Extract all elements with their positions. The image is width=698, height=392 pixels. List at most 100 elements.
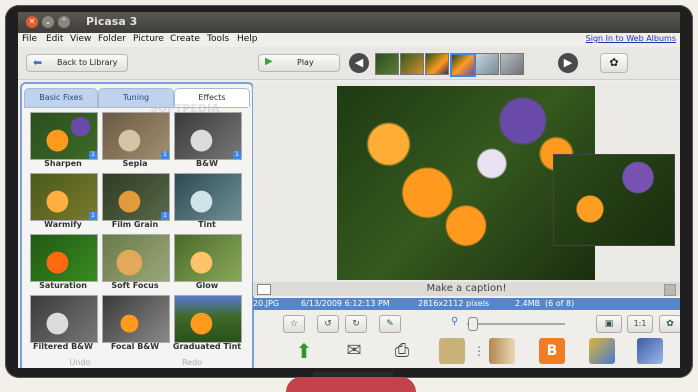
close-icon[interactable]: ✕ [26, 16, 38, 28]
fit-to-window-icon[interactable]: ▣ [596, 315, 622, 333]
photo-overlay-preview [553, 154, 675, 246]
menu-view[interactable]: View [70, 34, 91, 44]
effect-graduated-tint[interactable]: Graduated Tint [172, 295, 242, 353]
menu-create[interactable]: Create [170, 34, 200, 44]
effect-label: Focal B&W [110, 342, 160, 351]
zoom-slider-handle[interactable] [468, 317, 478, 331]
effect-thumbnail: 1 [30, 112, 98, 160]
effect-warmify[interactable]: 1 Warmify [28, 173, 98, 231]
effect-label: B&W [196, 159, 218, 168]
effect-glow[interactable]: Glow [172, 234, 242, 292]
effect-thumbnail [30, 234, 98, 282]
effect-label: Tint [198, 220, 216, 229]
menu-folder[interactable]: Folder [98, 34, 126, 44]
info-filesize: 2.4MB [515, 299, 541, 308]
effect-label: Saturation [39, 281, 87, 290]
menu-help[interactable]: Help [237, 34, 258, 44]
effect-thumbnail [102, 234, 170, 282]
caption-close-icon[interactable] [664, 284, 676, 296]
title-bar: ✕ ⌄ ⌃ Picasa 3 [18, 12, 680, 33]
edit-panel: Basic Fixes Tuning Effects SOFTPEDIA 1 Sh… [20, 82, 254, 368]
monitor-frame: ✕ ⌄ ⌃ Picasa 3 File Edit View Folder Pic… [0, 0, 698, 392]
menu-picture[interactable]: Picture [133, 34, 164, 44]
actual-size-icon[interactable]: 1:1 [627, 315, 653, 333]
export-icon[interactable] [589, 338, 615, 364]
caption-input[interactable]: Make a caption! [253, 283, 680, 294]
monitor-stand [286, 377, 416, 392]
effect-thumbnail [102, 295, 170, 343]
previous-photo-icon[interactable]: ◀ [349, 53, 369, 73]
effect-sharpen[interactable]: 1 Sharpen [28, 112, 98, 170]
effect-thumbnail: 1 [102, 173, 170, 221]
upload-icon[interactable]: ⬆ [291, 338, 317, 364]
effect-thumbnail [174, 173, 242, 221]
effect-thumbnail: 1 [174, 112, 242, 160]
photo-info-bar: 20.JPG 6/13/2009 6:12:13 PM 2816x2112 pi… [253, 298, 680, 310]
folder-icon[interactable] [439, 338, 465, 364]
star-icon[interactable]: ☆ [283, 315, 305, 333]
filmstrip-thumb-1[interactable] [375, 53, 399, 75]
zoom-slider-track[interactable] [467, 323, 565, 325]
menu-tools[interactable]: Tools [207, 34, 229, 44]
effect-label: Warmify [44, 220, 82, 229]
picasa-color-icon[interactable]: ✿ [600, 53, 628, 73]
effect-thumbnail [174, 234, 242, 282]
minimize-icon[interactable]: ⌄ [42, 16, 54, 28]
filmstrip-thumb-3[interactable] [425, 53, 449, 75]
info-filename: 20.JPG [253, 299, 280, 308]
menu-edit[interactable]: Edit [46, 34, 63, 44]
rotate-left-icon[interactable]: ↺ [317, 315, 339, 333]
effect-film-grain[interactable]: 1 Film Grain [100, 173, 170, 231]
effect-label: Filtered B&W [33, 342, 93, 351]
tab-basic-fixes[interactable]: Basic Fixes [24, 88, 98, 107]
play-icon: ▶ [265, 56, 273, 67]
separator-dots: ⋮ [473, 344, 485, 358]
play-button-label: Play [297, 58, 314, 67]
blogger-icon[interactable]: B [539, 338, 565, 364]
color-palette-icon[interactable]: ✿ [659, 315, 680, 333]
back-to-library-button[interactable]: ⬅ Back to Library [26, 54, 128, 72]
window-title: Picasa 3 [86, 15, 138, 28]
filmstrip-thumb-2[interactable] [400, 53, 424, 75]
maximize-icon[interactable]: ⌃ [58, 16, 70, 28]
caption-bar: Make a caption! [253, 282, 680, 296]
effect-sepia[interactable]: 1 Sepia [100, 112, 170, 170]
sign-in-link[interactable]: Sign In to Web Albums [586, 34, 676, 43]
movie-icon[interactable] [637, 338, 663, 364]
collage-icon[interactable] [489, 338, 515, 364]
info-date: 6/13/2009 6:12:13 PM [301, 299, 390, 308]
effect-label: Sepia [122, 159, 148, 168]
email-icon[interactable]: ✉ [341, 338, 367, 364]
redo-button[interactable]: Redo [140, 356, 244, 368]
effect-filtered-b-w[interactable]: Filtered B&W [28, 295, 98, 353]
rotate-right-icon[interactable]: ↻ [345, 315, 367, 333]
filmstrip-thumb-6[interactable] [500, 53, 524, 75]
photo-controls: ☆ ↺ ↻ ✎ ⚲ ▣ 1:1 ✿ [253, 312, 680, 334]
print-icon[interactable]: ⎙ [389, 338, 415, 364]
effect-saturation[interactable]: Saturation [28, 234, 98, 292]
effect-badge: 1 [89, 151, 97, 159]
effect-b-w[interactable]: 1 B&W [172, 112, 242, 170]
zoom-icon: ⚲ [451, 316, 459, 327]
menu-file[interactable]: File [22, 34, 37, 44]
toolbar: ⬅ Back to Library ▶ Play ◀ ▶ ✿ [18, 47, 680, 80]
info-position: (6 of 8) [545, 299, 575, 308]
effect-soft-focus[interactable]: Soft Focus [100, 234, 170, 292]
effect-label: Film Grain [111, 220, 159, 229]
effect-tint[interactable]: Tint [172, 173, 242, 231]
filmstrip-thumb-4-selected[interactable] [450, 53, 476, 77]
photo-viewer [253, 82, 680, 282]
back-arrow-icon: ⬅ [33, 56, 43, 69]
filmstrip-thumb-5[interactable] [475, 53, 499, 75]
effect-thumbnail [30, 295, 98, 343]
tab-divider [24, 107, 248, 108]
tag-icon[interactable]: ✎ [379, 315, 401, 333]
next-photo-icon[interactable]: ▶ [558, 53, 578, 73]
effect-badge: 1 [89, 212, 97, 220]
effect-focal-b-w[interactable]: Focal B&W [100, 295, 170, 353]
action-bar: ⬆ ✉ ⎙ ⋮ B [253, 334, 680, 368]
effect-badge: 1 [161, 151, 169, 159]
undo-button[interactable]: Undo [28, 356, 132, 368]
back-button-label: Back to Library [57, 58, 118, 67]
play-button[interactable]: ▶ Play [258, 54, 340, 72]
